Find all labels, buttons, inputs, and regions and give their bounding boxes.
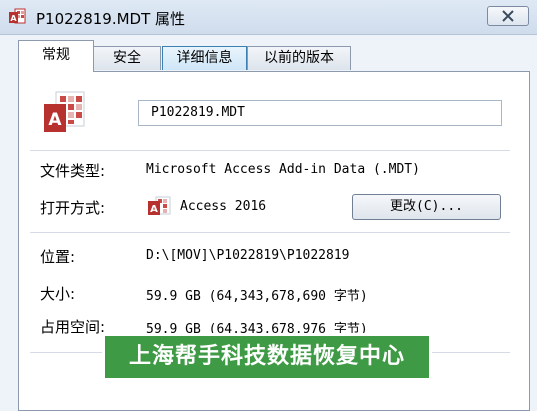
title-bar: A P1022819.MDT 属性: [0, 0, 537, 35]
open-with-label: 打开方式:: [40, 199, 106, 217]
close-button[interactable]: [487, 6, 529, 26]
tab-details[interactable]: 详细信息: [162, 46, 247, 70]
access-file-icon: A: [40, 90, 86, 140]
tab-security[interactable]: 安全: [93, 46, 161, 70]
size-on-disk-label: 占用空间:: [40, 318, 106, 336]
svg-text:A: A: [150, 204, 158, 215]
svg-text:A: A: [48, 110, 62, 130]
tab-general[interactable]: 常规: [18, 40, 94, 72]
open-with-app: Access 2016: [180, 199, 267, 214]
window-title: P1022819.MDT 属性: [36, 10, 186, 28]
size-label: 大小:: [40, 285, 76, 303]
watermark-banner: 上海帮手科技数据恢复中心: [102, 333, 432, 381]
divider: [30, 150, 510, 151]
location-value: D:\[MOV]\P1022819\P1022819: [146, 248, 350, 263]
file-type-value: Microsoft Access Add-in Data (.MDT): [146, 162, 420, 177]
access-file-icon: A: [8, 8, 26, 26]
tab-previous-versions[interactable]: 以前的版本: [247, 46, 351, 70]
filename-field[interactable]: P1022819.MDT: [138, 100, 502, 126]
size-value: 59.9 GB (64,343,678,690 字节): [146, 289, 368, 304]
close-icon: [502, 10, 514, 22]
divider: [30, 232, 510, 233]
file-type-label: 文件类型:: [40, 162, 106, 180]
change-button[interactable]: 更改(C)...: [352, 194, 501, 220]
access-app-icon: A: [147, 196, 171, 220]
location-label: 位置:: [40, 248, 76, 266]
svg-text:A: A: [10, 14, 17, 23]
